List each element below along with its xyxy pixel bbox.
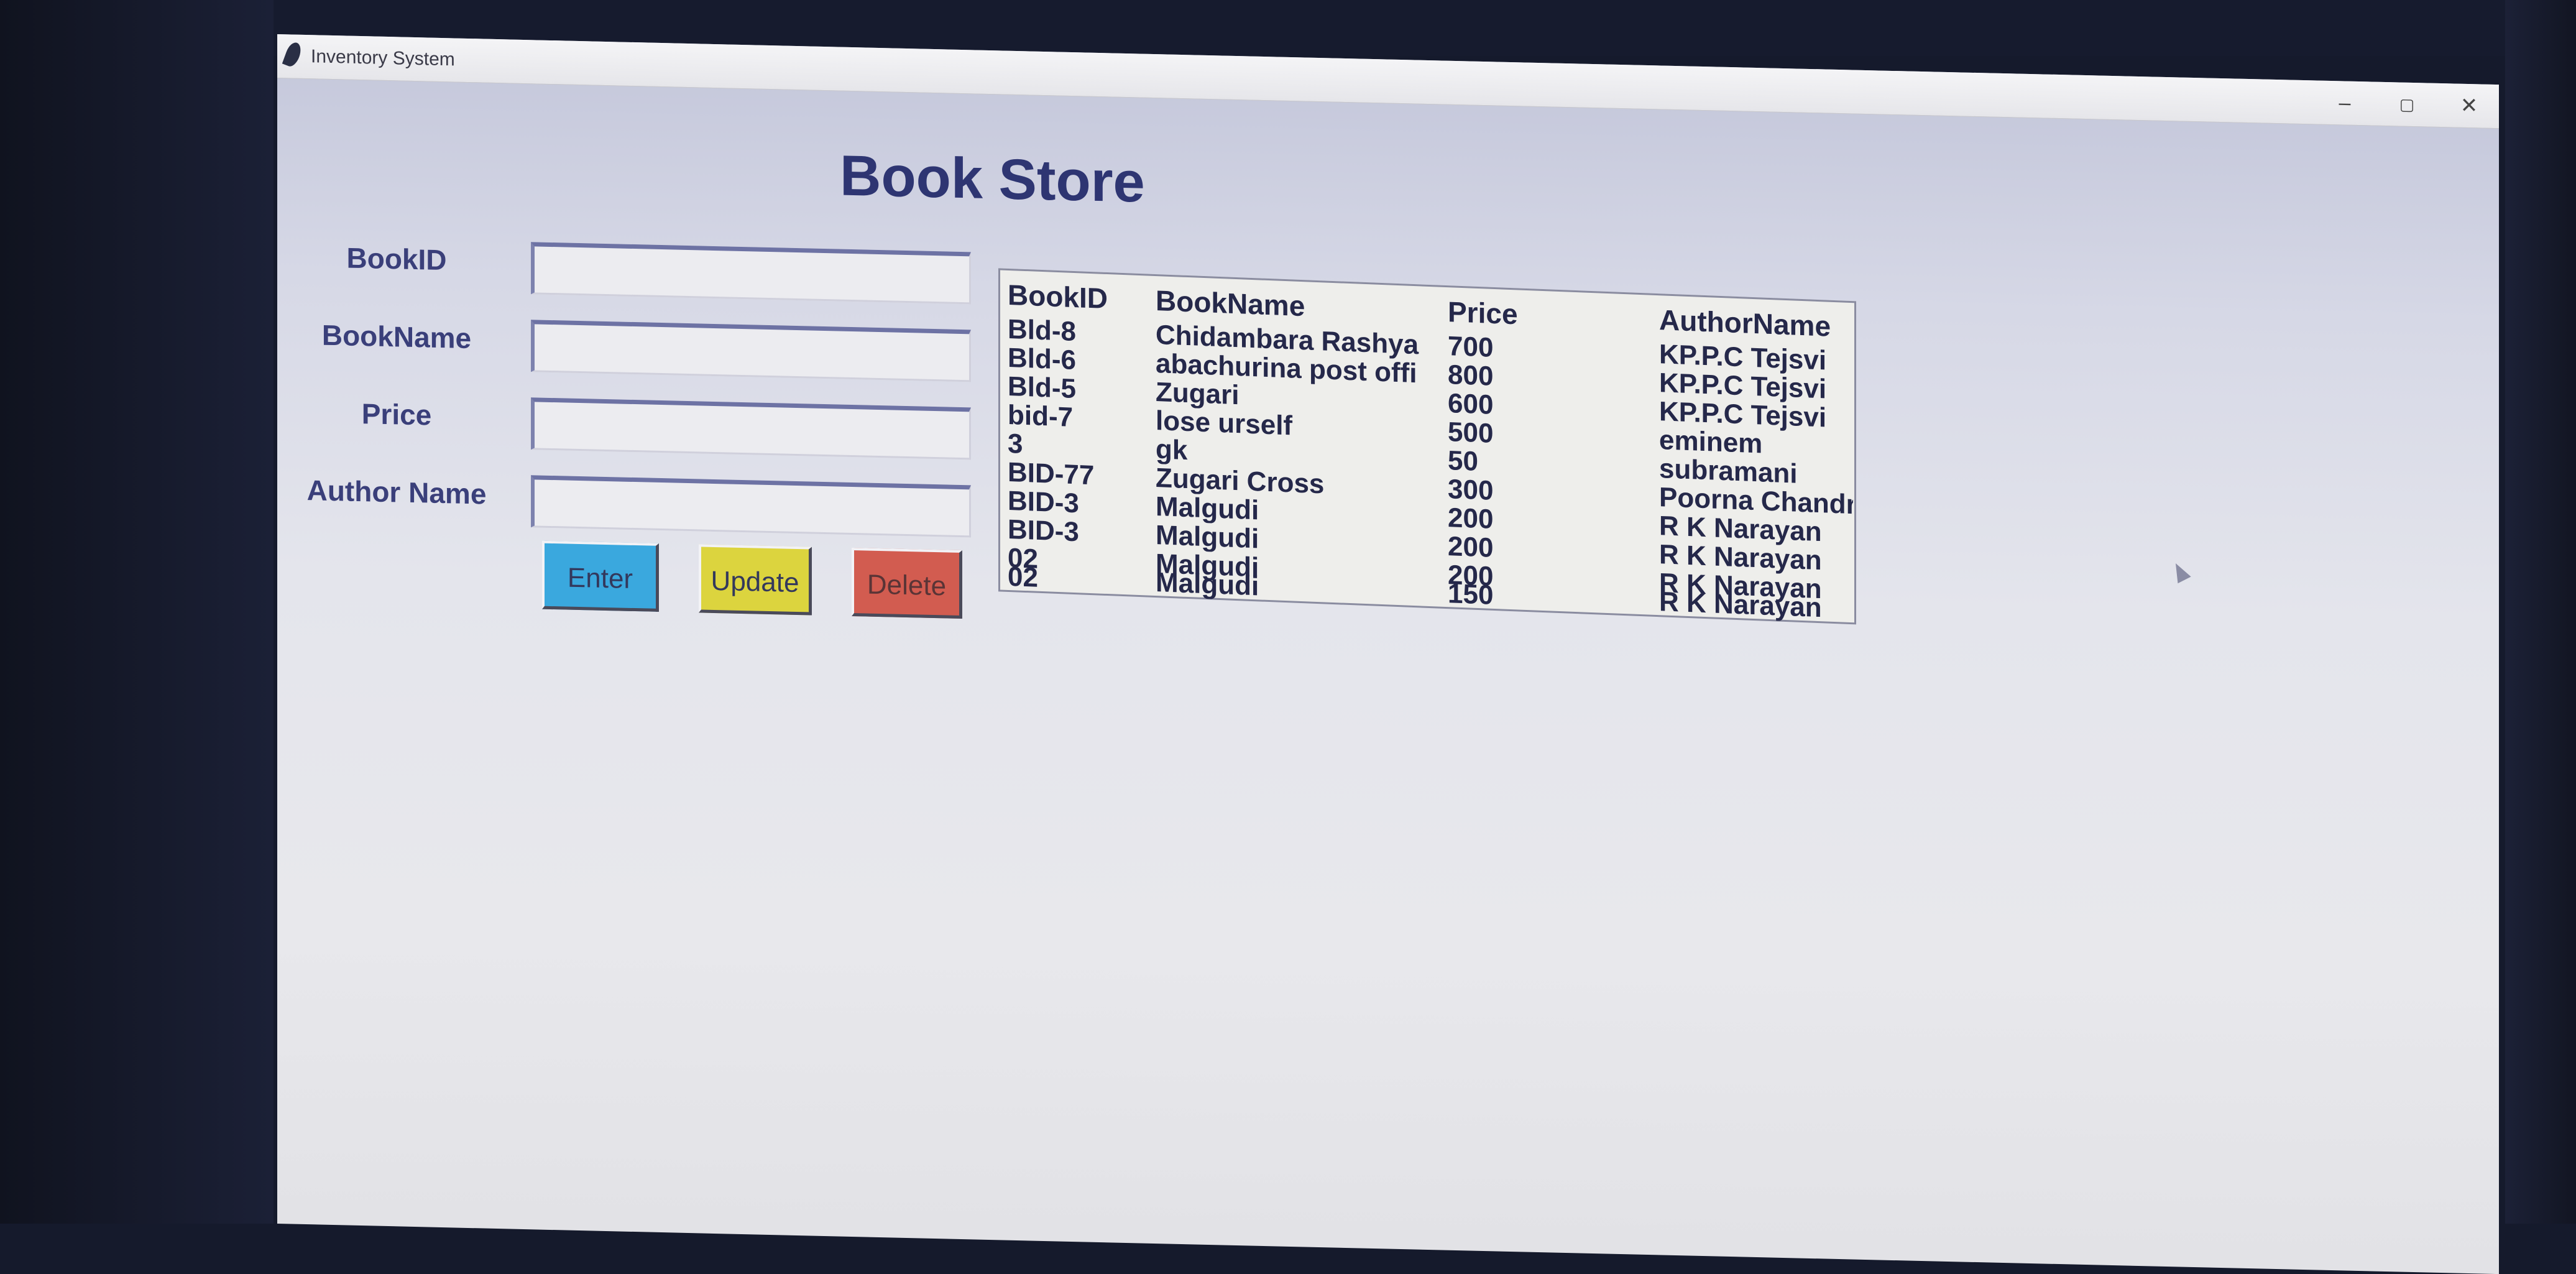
author-name-input[interactable]: [531, 475, 971, 538]
bookname-label: BookName: [321, 318, 472, 355]
mouse-pointer-icon: [2169, 560, 2191, 584]
delete-button[interactable]: Delete: [852, 547, 962, 619]
cell-bookid: 02: [1008, 562, 1038, 593]
books-table[interactable]: BookID BookName Price AuthorName Bld-8 C…: [998, 268, 1856, 625]
bookid-input[interactable]: [531, 242, 971, 305]
bookname-input[interactable]: [531, 320, 971, 382]
enter-button[interactable]: Enter: [542, 540, 659, 612]
column-header-price[interactable]: Price: [1448, 295, 1647, 336]
price-label: Price: [361, 397, 432, 432]
price-input[interactable]: [531, 397, 971, 460]
feather-icon: [282, 40, 304, 69]
maximize-button[interactable]: ▢: [2376, 86, 2438, 123]
close-button[interactable]: ✕: [2438, 87, 2500, 124]
page-title: Book Store: [840, 144, 1145, 215]
column-header-bookname[interactable]: BookName: [1156, 284, 1442, 328]
minimize-button[interactable]: ‒: [2314, 84, 2376, 121]
column-header-authorname[interactable]: AuthorName: [1659, 303, 1853, 344]
window-title: Inventory System: [311, 46, 455, 70]
bookid-label: BookID: [346, 241, 447, 277]
monitor-bezel-left: [0, 0, 274, 1224]
author-name-label: Author Name: [306, 474, 487, 510]
update-button[interactable]: Update: [699, 544, 812, 616]
app-window: Inventory System ‒ ▢ ✕ Book Store BookID…: [277, 34, 2499, 1274]
monitor-bezel-right: [2505, 0, 2576, 1224]
column-header-bookid[interactable]: BookID: [1008, 278, 1151, 317]
